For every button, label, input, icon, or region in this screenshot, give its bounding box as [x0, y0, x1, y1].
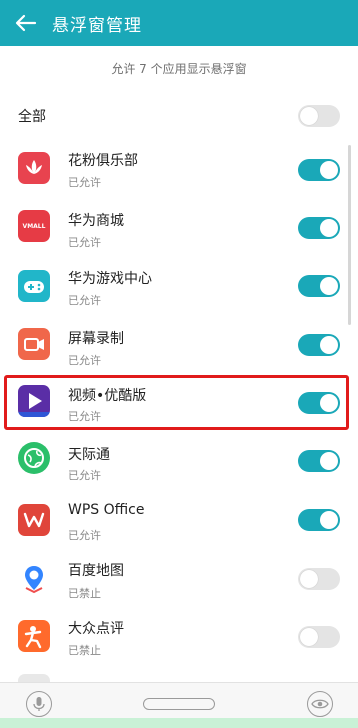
person-icon	[18, 620, 50, 652]
app-name: 天际通	[68, 447, 110, 463]
list-item[interactable]: VMALL 华为商城 已允许	[0, 202, 358, 260]
gamepad-icon	[18, 270, 50, 302]
globe-icon	[18, 442, 50, 474]
toggle-knob	[320, 277, 338, 295]
all-toggle-row: 全部	[0, 96, 358, 136]
app-toggle[interactable]	[298, 159, 340, 181]
toggle-knob	[300, 107, 318, 125]
app-toggle[interactable]	[298, 275, 340, 297]
app-toggle[interactable]	[298, 450, 340, 472]
vmall-icon: VMALL	[18, 210, 50, 242]
app-name: 大众点评	[68, 621, 124, 637]
app-name: 百度地图	[68, 563, 124, 579]
app-toggle[interactable]	[298, 334, 340, 356]
eye-icon	[311, 699, 329, 709]
microphone-icon	[33, 697, 45, 711]
app-status: 已允许	[68, 236, 101, 249]
microphone-button[interactable]	[26, 691, 52, 717]
back-button[interactable]	[8, 5, 44, 41]
app-toggle[interactable]	[298, 568, 340, 590]
app-name: 华为商城	[68, 213, 124, 229]
toggle-knob	[320, 336, 338, 354]
list-item[interactable]: 大众点评 已禁止	[0, 606, 358, 664]
app-status: 已允许	[68, 294, 101, 307]
map-pin-icon	[18, 562, 50, 594]
app-icon	[18, 674, 50, 682]
app-status: 已允许	[68, 354, 101, 367]
app-status: 已允许	[68, 469, 101, 482]
highlight-box	[4, 375, 349, 430]
list-item[interactable]: WPS Office 已允许	[0, 490, 358, 548]
bottom-edge	[0, 718, 358, 728]
toggle-knob	[320, 219, 338, 237]
toggle-knob	[300, 628, 318, 646]
all-toggle[interactable]	[298, 105, 340, 127]
toggle-knob	[320, 161, 338, 179]
vmall-icon-text: VMALL	[22, 222, 46, 230]
app-header: 悬浮窗管理	[0, 0, 358, 46]
app-name: 花粉俱乐部	[68, 153, 138, 169]
app-name: 华为游戏中心	[68, 271, 152, 287]
lotus-icon	[18, 152, 50, 184]
app-name: 屏幕录制	[68, 331, 124, 347]
list-item-partial	[0, 664, 358, 682]
video-camera-icon	[18, 328, 50, 360]
toggle-knob	[300, 570, 318, 588]
app-toggle[interactable]	[298, 509, 340, 531]
list-item[interactable]: 华为游戏中心 已允许	[0, 260, 358, 318]
list-item[interactable]: 花粉俱乐部 已允许	[0, 144, 358, 202]
page-title: 悬浮窗管理	[52, 15, 142, 36]
toggle-knob	[320, 511, 338, 529]
wps-icon	[18, 504, 50, 536]
app-status: 已允许	[68, 176, 101, 189]
home-pill-button[interactable]	[143, 698, 215, 710]
app-toggle[interactable]	[298, 217, 340, 239]
all-label: 全部	[18, 109, 46, 125]
list-item[interactable]: 百度地图 已禁止	[0, 548, 358, 606]
app-status: 已禁止	[68, 644, 101, 657]
app-name: WPS Office	[68, 502, 145, 518]
allowed-count-text: 允许 7 个应用显示悬浮窗	[111, 62, 247, 76]
list-item[interactable]: 天际通 已允许	[0, 432, 358, 490]
toggle-knob	[320, 452, 338, 470]
app-status: 已允许	[68, 529, 101, 542]
scrollbar[interactable]	[348, 145, 351, 325]
eye-button[interactable]	[307, 691, 333, 717]
app-toggle[interactable]	[298, 626, 340, 648]
list-item[interactable]: 屏幕录制 已允许	[0, 318, 358, 376]
arrow-left-icon	[15, 14, 37, 32]
app-status: 已禁止	[68, 587, 101, 600]
